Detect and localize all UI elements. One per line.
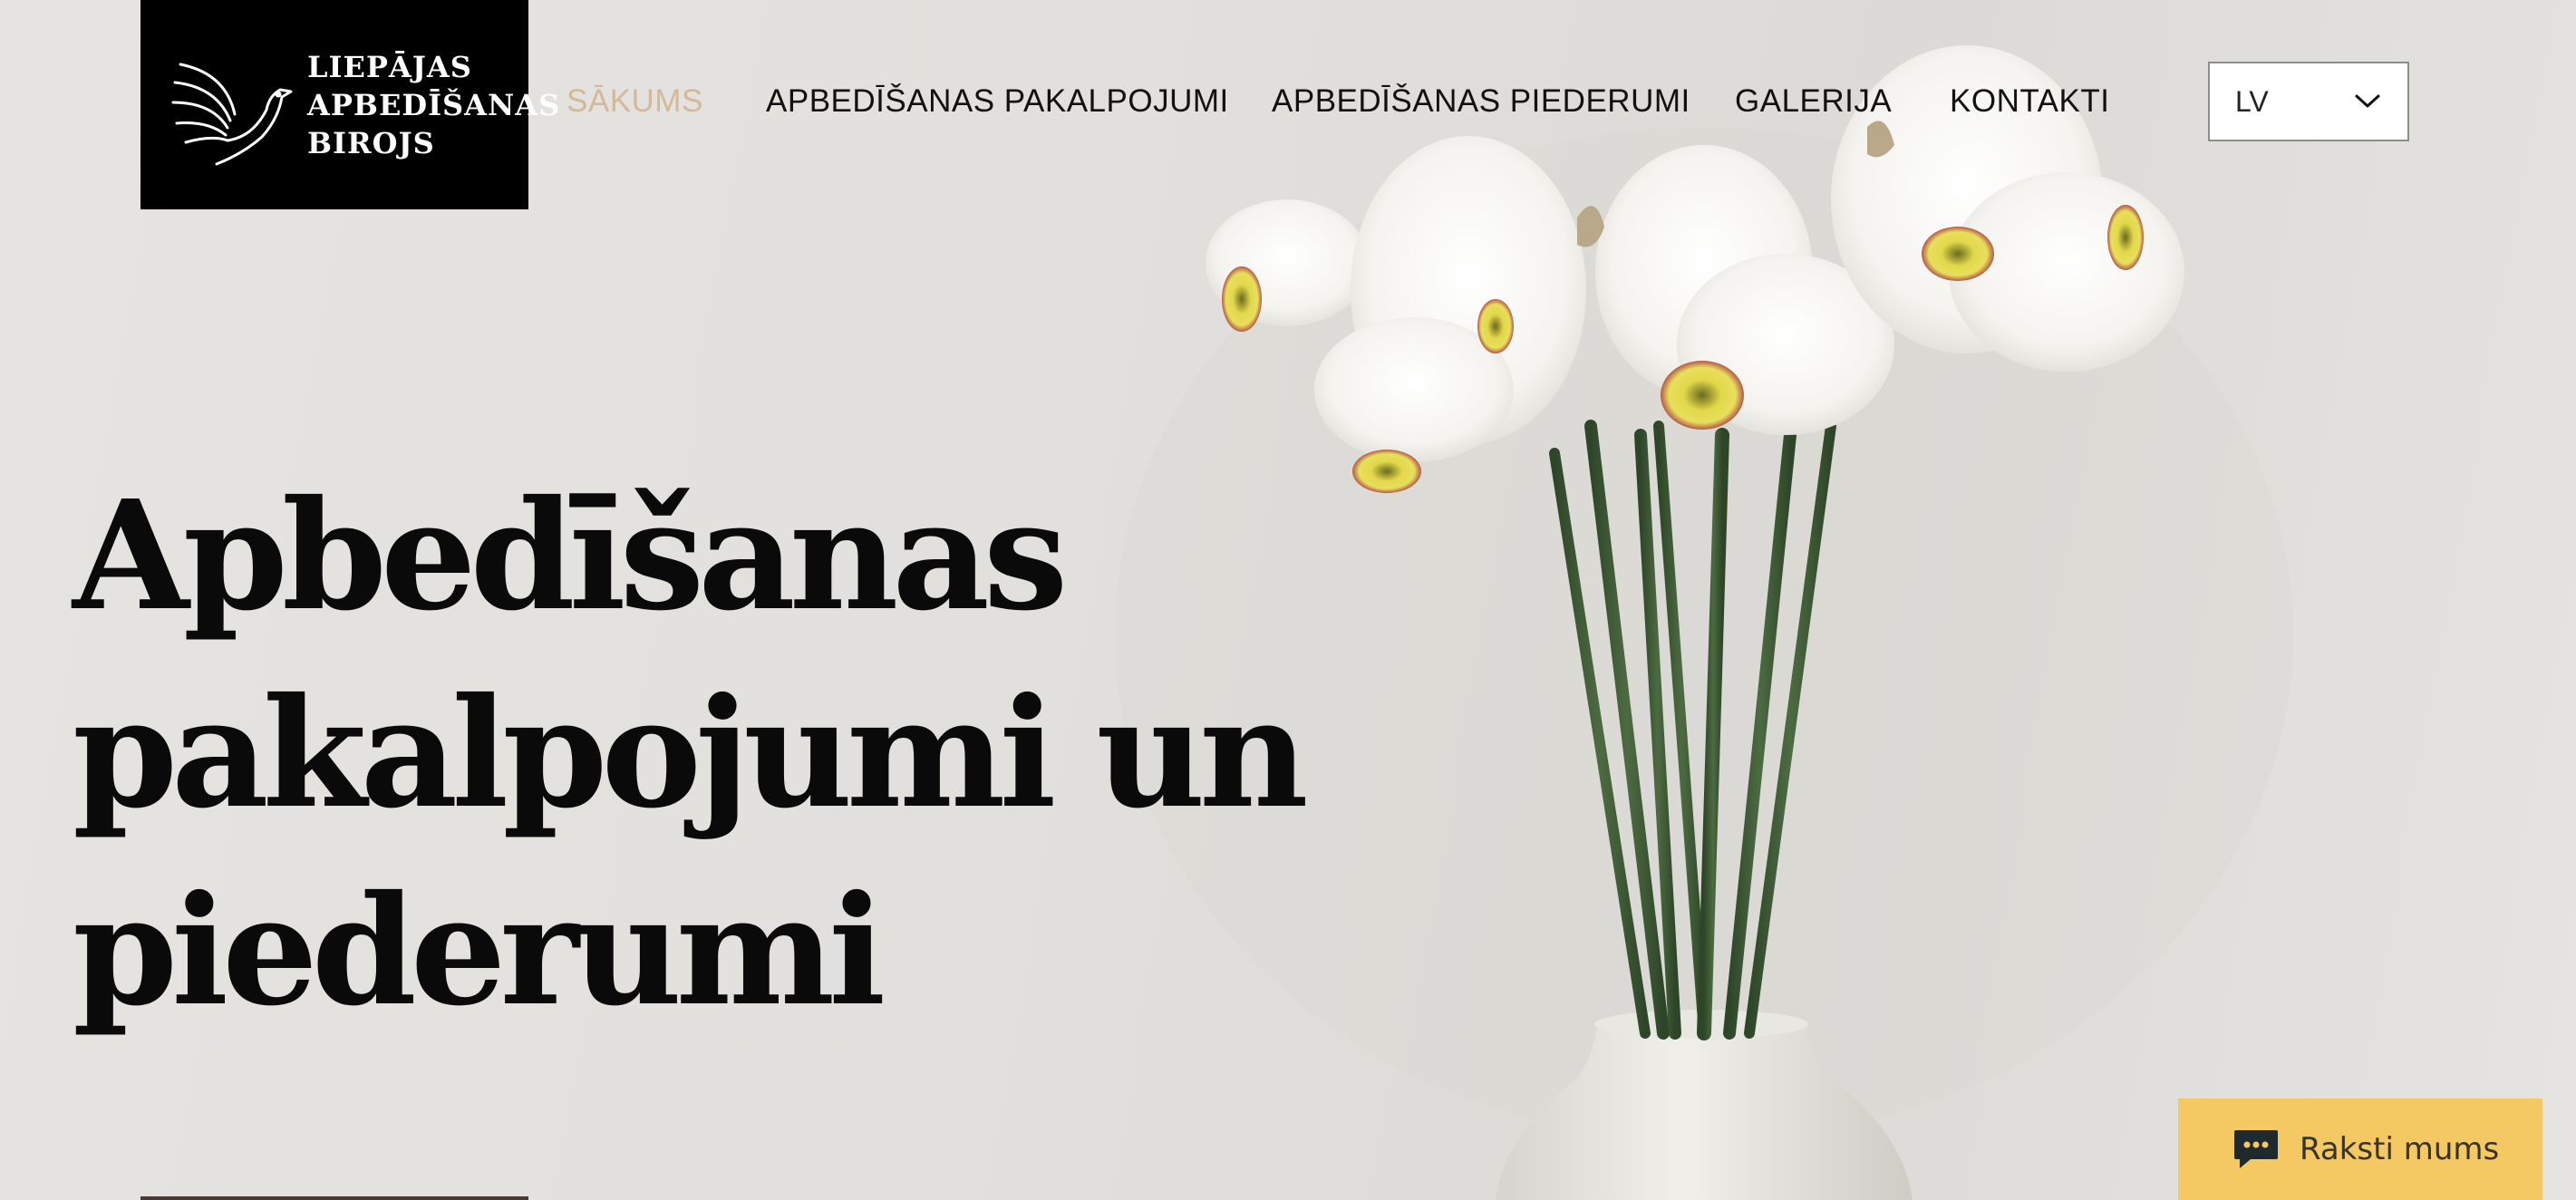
logo-line: APBEDĪŠANAS xyxy=(307,87,561,122)
hero-title-line: pakalpojumi un xyxy=(73,665,1309,842)
dove-icon xyxy=(171,63,293,165)
chat-bubble-icon xyxy=(2234,1130,2278,1168)
logo-line: LIEPĀJAS xyxy=(307,49,472,84)
cta-button-edge[interactable] xyxy=(140,1196,528,1200)
hero-title-line: piederumi xyxy=(73,863,886,1040)
language-select[interactable]: LV xyxy=(2208,62,2409,141)
nav-item-kontakti[interactable]: KONTAKTI xyxy=(1950,83,2109,120)
hero-title: Apbedīšanas pakalpojumi un piederumi xyxy=(73,458,1309,1050)
logo-line: BIROJS xyxy=(307,125,435,160)
chat-label: Raksti mums xyxy=(2300,1131,2500,1167)
nav-item-apbedisanas-pakalpojumi[interactable]: APBEDĪŠANAS PAKALPOJUMI xyxy=(766,83,1229,120)
language-selected-value: LV xyxy=(2235,84,2269,118)
logo-text: LIEPĀJAS APBEDĪŠANAS BIROJS xyxy=(307,48,560,162)
nav-item-galerija[interactable]: GALERIJA xyxy=(1735,83,1892,120)
hero-title-line: Apbedīšanas xyxy=(73,468,1068,644)
nav-item-sakums[interactable]: SĀKUMS xyxy=(567,83,703,120)
chevron-down-icon xyxy=(2355,94,2380,108)
chat-button[interactable]: Raksti mums xyxy=(2178,1098,2542,1200)
nav-item-apbedisanas-piederumi[interactable]: APBEDĪŠANAS PIEDERUMI xyxy=(1272,83,1690,120)
site-logo[interactable]: LIEPĀJAS APBEDĪŠANAS BIROJS xyxy=(140,0,559,209)
